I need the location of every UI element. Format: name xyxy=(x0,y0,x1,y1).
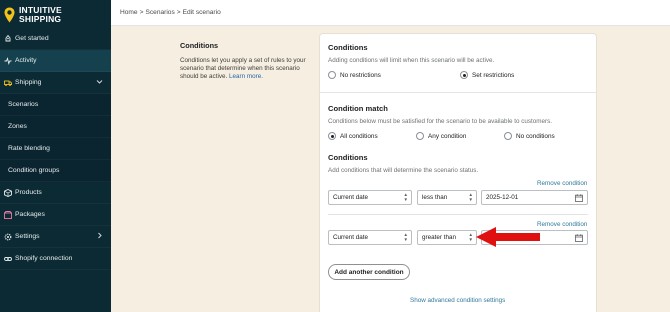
sidebar-item-rate-blending[interactable]: Rate blending xyxy=(0,138,111,160)
chevron-right-icon[interactable] xyxy=(96,232,103,241)
sidebar-item-get-started[interactable]: Get started xyxy=(0,28,111,50)
select-value: greater than xyxy=(422,234,456,241)
condition-match-subtitle: Conditions below must be satisfied for t… xyxy=(328,118,553,125)
radio-button-selected-icon xyxy=(328,132,336,140)
learn-more-link[interactable]: Learn more. xyxy=(229,73,263,80)
remove-condition-link[interactable]: Remove condition xyxy=(537,221,587,228)
radio-button-icon xyxy=(504,132,512,140)
radio-label: All conditions xyxy=(340,132,378,140)
section-description: Conditions let you apply a set of rules … xyxy=(180,57,308,82)
divider xyxy=(319,92,597,93)
sidebar-item-products[interactable]: Products xyxy=(0,182,111,204)
divider xyxy=(328,214,588,215)
remove-condition-link[interactable]: Remove condition xyxy=(537,180,587,187)
select-arrows-icon: ▲ ▼ xyxy=(403,232,408,242)
radio-button-icon xyxy=(416,132,424,140)
select-arrows-icon: ▲ ▼ xyxy=(468,232,473,242)
sidebar-item-packages[interactable]: Packages xyxy=(0,204,111,226)
box-icon xyxy=(4,188,12,197)
sidebar-item-zones[interactable]: Zones xyxy=(0,116,111,138)
sidebar-item-shipping[interactable]: Shipping xyxy=(0,72,111,94)
radio-label: Set restrictions xyxy=(472,71,515,79)
radio-button-selected-icon xyxy=(460,71,468,79)
sidebar-item-label: Products xyxy=(15,189,42,196)
breadcrumb-home[interactable]: Home xyxy=(120,9,138,16)
select-value: less than xyxy=(422,194,448,201)
condition-field-select[interactable]: Current date ▲ ▼ xyxy=(328,230,412,245)
radio-all-conditions[interactable]: All conditions xyxy=(328,132,378,140)
select-value: Current date xyxy=(333,234,369,241)
select-arrows-icon: ▲ ▼ xyxy=(468,192,473,202)
calendar-icon[interactable] xyxy=(575,234,583,242)
radio-no-conditions[interactable]: No conditions xyxy=(504,132,555,140)
select-value: Current date xyxy=(333,194,369,201)
radio-label: No conditions xyxy=(516,132,555,140)
link-icon xyxy=(4,255,12,263)
sidebar: INTUITIVE SHIPPING Get started Activity … xyxy=(0,0,111,312)
sidebar-item-settings[interactable]: Settings xyxy=(0,226,111,248)
sidebar-item-label: Zones xyxy=(8,123,27,130)
condition-rules-subtitle: Add conditions that will determine the s… xyxy=(328,167,479,174)
select-arrows-icon: ▲ ▼ xyxy=(403,192,408,202)
sidebar-item-activity[interactable]: Activity xyxy=(0,50,111,72)
gear-icon xyxy=(4,233,12,241)
radio-set-restrictions[interactable]: Set restrictions xyxy=(460,71,514,79)
show-advanced-settings-link[interactable]: Show advanced condition settings xyxy=(410,297,505,304)
conditions-subtitle: Adding conditions will limit when this s… xyxy=(328,57,495,64)
breadcrumb: Home > Scenarios > Edit scenario xyxy=(111,0,670,26)
condition-operator-select[interactable]: greater than ▲ ▼ xyxy=(417,230,477,245)
location-pin-icon xyxy=(4,7,15,23)
sidebar-item-label: Shipping xyxy=(15,79,42,86)
condition-field-select[interactable]: Current date ▲ ▼ xyxy=(328,190,412,205)
calendar-icon[interactable] xyxy=(575,194,583,202)
add-another-condition-button[interactable]: Add another condition xyxy=(328,264,410,280)
sidebar-item-label: Shopify connection xyxy=(15,255,73,262)
sidebar-item-condition-groups[interactable]: Condition groups xyxy=(0,160,111,182)
sidebar-item-scenarios[interactable]: Scenarios xyxy=(0,94,111,116)
rocket-icon xyxy=(4,34,12,43)
sidebar-item-label: Activity xyxy=(15,57,37,64)
package-icon xyxy=(4,210,12,219)
condition-rules-heading: Conditions xyxy=(328,153,368,162)
condition-operator-select[interactable]: less than ▲ ▼ xyxy=(417,190,477,205)
radio-no-restrictions[interactable]: No restrictions xyxy=(328,71,381,79)
annotation-arrow-icon xyxy=(476,226,541,248)
radio-label: Any condition xyxy=(428,132,467,140)
sidebar-item-label: Condition groups xyxy=(8,167,60,174)
activity-icon xyxy=(4,56,12,65)
conditions-heading: Conditions xyxy=(328,43,368,52)
breadcrumb-separator: > xyxy=(176,9,181,16)
chevron-down-icon[interactable] xyxy=(96,78,103,87)
sidebar-item-label: Settings xyxy=(15,233,40,240)
breadcrumb-scenarios[interactable]: Scenarios xyxy=(145,9,174,16)
breadcrumb-current: Edit scenario xyxy=(182,9,221,16)
date-value: 2025-12-01 xyxy=(486,194,519,201)
radio-button-icon xyxy=(328,71,336,79)
condition-match-heading: Condition match xyxy=(328,104,388,113)
radio-label: No restrictions xyxy=(340,71,381,79)
breadcrumb-separator: > xyxy=(139,9,144,16)
radio-any-condition[interactable]: Any condition xyxy=(416,132,466,140)
section-title: Conditions xyxy=(180,41,219,50)
condition-date-input[interactable]: 2025-12-01 xyxy=(481,190,588,205)
truck-icon xyxy=(4,79,12,87)
sidebar-nav: Get started Activity Shipping Scenarios … xyxy=(0,28,111,270)
sidebar-item-label: Get started xyxy=(15,35,49,42)
sidebar-item-label: Rate blending xyxy=(8,145,50,152)
sidebar-item-label: Packages xyxy=(15,211,45,218)
logo-text: INTUITIVE SHIPPING xyxy=(19,6,62,24)
logo-line2: SHIPPING xyxy=(19,14,62,24)
sidebar-item-label: Scenarios xyxy=(8,101,39,108)
logo[interactable]: INTUITIVE SHIPPING xyxy=(4,4,62,26)
sidebar-item-shopify-connection[interactable]: Shopify connection xyxy=(0,248,111,270)
